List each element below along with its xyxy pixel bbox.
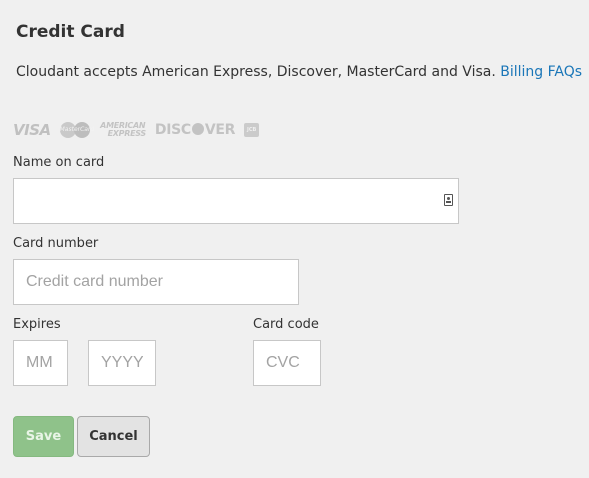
expiry-year-input[interactable] bbox=[88, 340, 156, 386]
discover-logo-part1: DISC bbox=[154, 122, 191, 138]
discover-logo-part2: VER bbox=[204, 122, 236, 138]
card-code-label: Card code bbox=[253, 317, 319, 332]
page-title: Credit Card bbox=[16, 22, 125, 42]
visa-logo: VISA bbox=[13, 121, 51, 139]
accepted-cards-text: Cloudant accepts American Express, Disco… bbox=[16, 64, 582, 80]
expiry-month-input[interactable] bbox=[13, 340, 68, 386]
name-on-card-input[interactable] bbox=[13, 178, 459, 224]
mastercard-logo: MasterCard bbox=[59, 122, 95, 138]
name-on-card-label: Name on card bbox=[13, 155, 105, 170]
billing-faqs-link[interactable]: Billing FAQs bbox=[500, 64, 582, 80]
card-code-input[interactable] bbox=[253, 340, 321, 386]
name-on-card-field-wrap bbox=[13, 178, 459, 224]
discover-logo: DISC VER bbox=[154, 122, 236, 138]
card-number-label: Card number bbox=[13, 236, 99, 251]
amex-logo-line2: EXPRESS bbox=[107, 129, 147, 138]
contact-card-icon[interactable] bbox=[444, 194, 453, 206]
amex-logo: AMERICAN EXPRESS bbox=[100, 122, 146, 138]
expires-label: Expires bbox=[13, 317, 61, 332]
card-number-input[interactable] bbox=[13, 259, 299, 305]
accepted-cards-description: Cloudant accepts American Express, Disco… bbox=[16, 64, 496, 80]
jcb-logo: JCB bbox=[244, 123, 260, 137]
mastercard-logo-text: MasterCard bbox=[59, 126, 95, 133]
save-button[interactable]: Save bbox=[13, 416, 74, 457]
cancel-button[interactable]: Cancel bbox=[77, 416, 150, 457]
card-logos: VISA MasterCard AMERICAN EXPRESS DISC VER… bbox=[13, 121, 260, 139]
